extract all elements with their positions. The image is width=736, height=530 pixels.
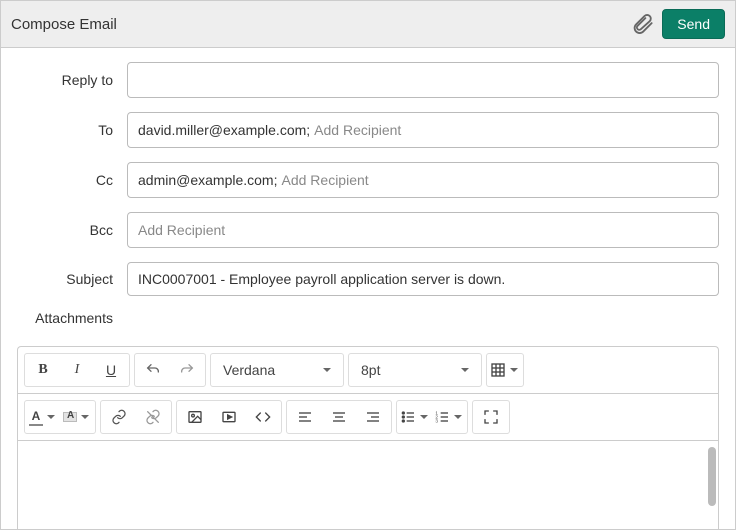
- numbered-list-button[interactable]: 123: [433, 403, 465, 431]
- font-size-select[interactable]: 8pt: [351, 356, 479, 384]
- font-color-button[interactable]: A: [27, 403, 59, 431]
- window-title: Compose Email: [11, 16, 624, 33]
- italic-button[interactable]: I: [61, 356, 93, 384]
- reply-to-row: Reply to: [17, 62, 719, 98]
- bold-button[interactable]: B: [27, 356, 59, 384]
- font-family-value: Verdana: [223, 362, 275, 378]
- bcc-input[interactable]: Add Recipient: [127, 212, 719, 248]
- subject-input[interactable]: [127, 262, 719, 296]
- reply-to-input[interactable]: [127, 62, 719, 98]
- align-left-button[interactable]: [289, 403, 321, 431]
- editor-toolbar-row2: A: [17, 393, 719, 440]
- subject-row: Subject: [17, 262, 719, 296]
- code-button[interactable]: [247, 403, 279, 431]
- font-family-select[interactable]: Verdana: [213, 356, 341, 384]
- image-button[interactable]: [179, 403, 211, 431]
- bullet-list-button[interactable]: [399, 403, 431, 431]
- attachments-row: Attachments: [17, 310, 719, 326]
- subject-label: Subject: [17, 271, 127, 287]
- chevron-down-icon: [461, 368, 469, 372]
- compose-email-window: Compose Email Send Reply to To david.mil…: [0, 0, 736, 530]
- font-size-value: 8pt: [361, 362, 380, 378]
- editor: B I U Verdana 8pt: [1, 346, 735, 530]
- cc-placeholder: Add Recipient: [282, 172, 369, 188]
- redo-button[interactable]: [171, 356, 203, 384]
- to-row: To david.miller@example.com; Add Recipie…: [17, 112, 719, 148]
- link-button[interactable]: [103, 403, 135, 431]
- cc-row: Cc admin@example.com; Add Recipient: [17, 162, 719, 198]
- chevron-down-icon: [323, 368, 331, 372]
- form-area: Reply to To david.miller@example.com; Ad…: [1, 48, 735, 346]
- bcc-placeholder: Add Recipient: [138, 222, 225, 238]
- bcc-label: Bcc: [17, 222, 127, 238]
- svg-text:3: 3: [435, 418, 438, 423]
- chevron-down-icon: [454, 415, 462, 419]
- send-button[interactable]: Send: [662, 9, 725, 39]
- attachment-icon[interactable]: [632, 13, 654, 35]
- cc-recipient[interactable]: admin@example.com;: [138, 172, 278, 188]
- to-input[interactable]: david.miller@example.com; Add Recipient: [127, 112, 719, 148]
- table-button[interactable]: [489, 356, 521, 384]
- unlink-button[interactable]: [137, 403, 169, 431]
- to-recipient[interactable]: david.miller@example.com;: [138, 122, 310, 138]
- undo-button[interactable]: [137, 356, 169, 384]
- editor-body[interactable]: [17, 440, 719, 530]
- reply-to-label: Reply to: [17, 72, 127, 88]
- underline-button[interactable]: U: [95, 356, 127, 384]
- chevron-down-icon: [510, 368, 518, 372]
- editor-toolbar-row1: B I U Verdana 8pt: [17, 346, 719, 393]
- chevron-down-icon: [81, 415, 89, 419]
- cc-input[interactable]: admin@example.com; Add Recipient: [127, 162, 719, 198]
- cc-label: Cc: [17, 172, 127, 188]
- video-button[interactable]: [213, 403, 245, 431]
- editor-scrollbar[interactable]: [708, 447, 716, 506]
- attachments-label: Attachments: [17, 310, 127, 326]
- to-label: To: [17, 122, 127, 138]
- fullscreen-button[interactable]: [475, 403, 507, 431]
- to-placeholder: Add Recipient: [314, 122, 401, 138]
- chevron-down-icon: [47, 415, 55, 419]
- chevron-down-icon: [420, 415, 428, 419]
- align-center-button[interactable]: [323, 403, 355, 431]
- bcc-row: Bcc Add Recipient: [17, 212, 719, 248]
- titlebar: Compose Email Send: [1, 1, 735, 48]
- highlight-color-button[interactable]: [61, 403, 93, 431]
- align-right-button[interactable]: [357, 403, 389, 431]
